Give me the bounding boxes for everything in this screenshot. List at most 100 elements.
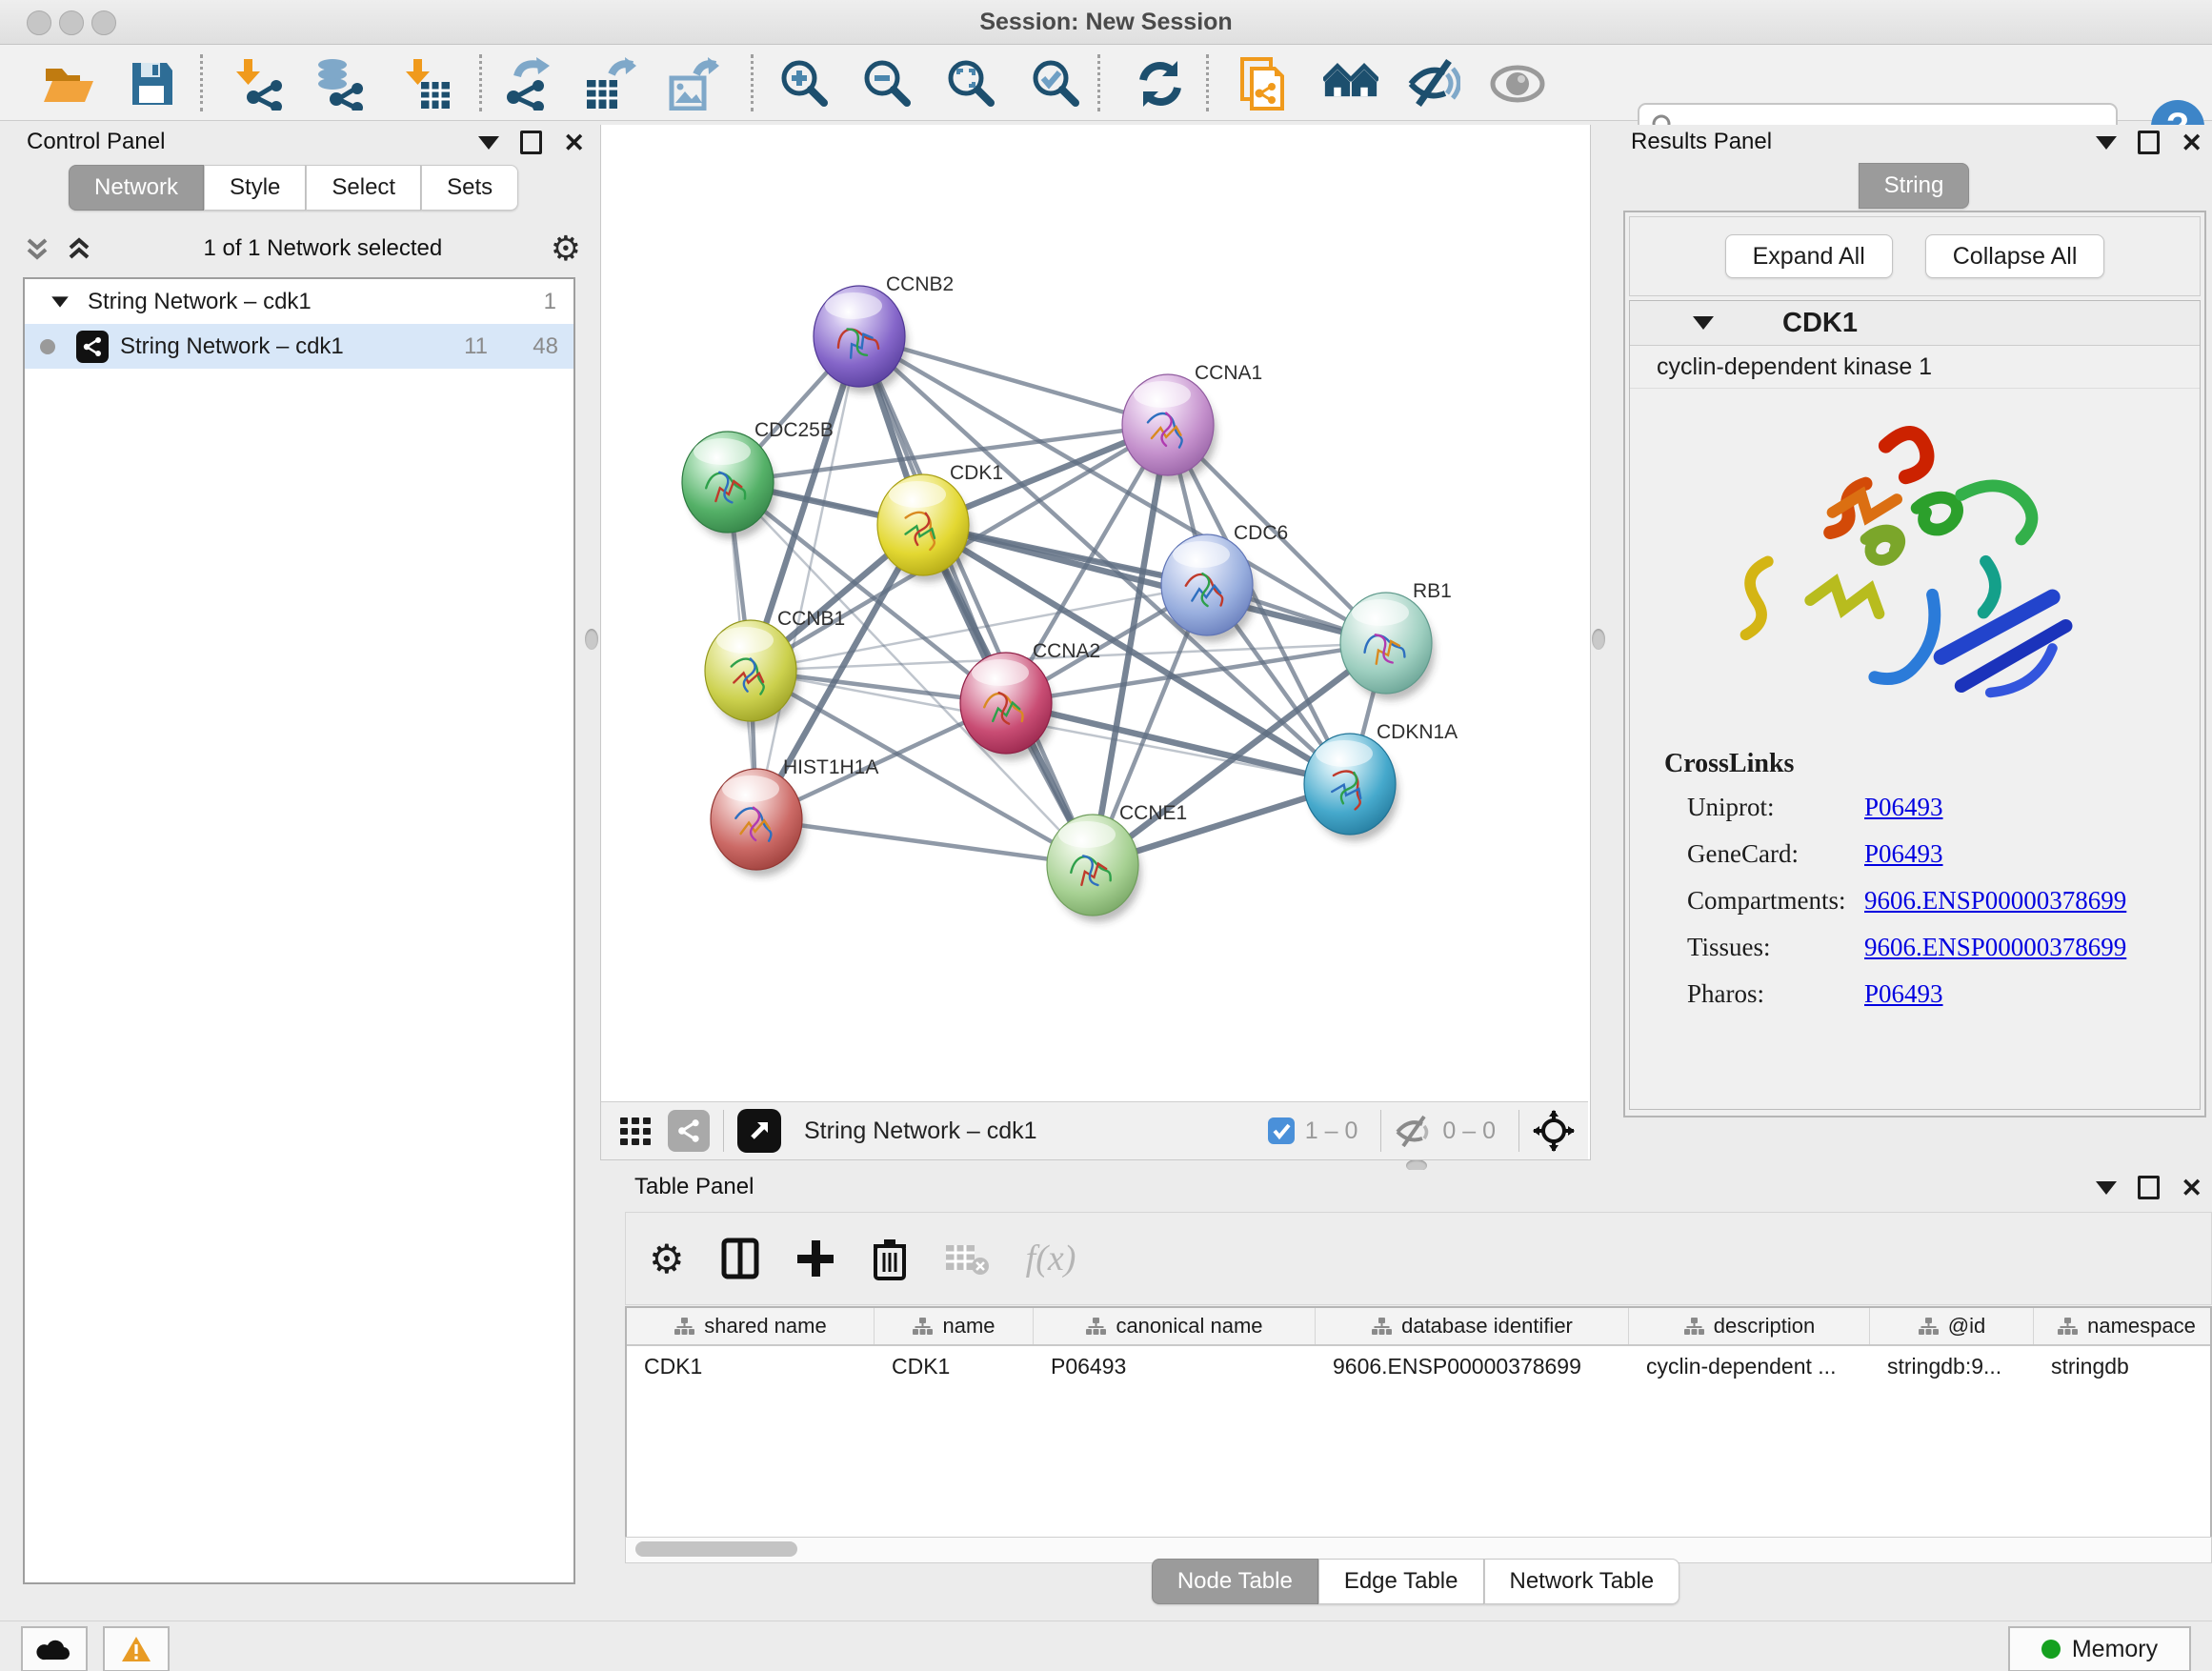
gear-icon[interactable]: ⚙ (551, 229, 581, 269)
column-header-name[interactable]: name (875, 1308, 1034, 1344)
table-cell[interactable]: 9606.ENSP00000378699 (1316, 1354, 1629, 1379)
expand-all-button[interactable]: Expand All (1725, 234, 1893, 278)
node-label-CCNB2: CCNB2 (886, 273, 954, 295)
table-cell[interactable]: cyclin-dependent ... (1629, 1354, 1870, 1379)
node-HIST1H1A[interactable]: HIST1H1A (711, 756, 878, 876)
column-header-database-identifier[interactable]: database identifier (1316, 1308, 1629, 1344)
table-cell[interactable]: stringdb:9... (1870, 1354, 2034, 1379)
crosslink-value-link[interactable]: P06493 (1864, 979, 1943, 1009)
edge-HIST1H1A-CCNE1[interactable] (756, 819, 1093, 865)
warning-button[interactable] (103, 1626, 170, 1671)
tab-sets[interactable]: Sets (421, 165, 518, 211)
table-cell[interactable]: stringdb (2034, 1354, 2212, 1379)
show-columns-icon[interactable] (721, 1238, 759, 1279)
right-splitter-handle[interactable] (1592, 629, 1605, 650)
control-panel-float-icon[interactable] (520, 131, 542, 154)
table-settings-gear-icon[interactable]: ⚙ (649, 1236, 685, 1282)
column-header-namespace[interactable]: namespace (2034, 1308, 2212, 1344)
network-collection-row[interactable]: String Network – cdk1 1 (25, 279, 573, 324)
save-icon[interactable] (124, 56, 179, 111)
table-panel-close-icon[interactable]: ✕ (2181, 1178, 2202, 1198)
network-list: String Network – cdk1 1 String Network –… (23, 277, 575, 1584)
expand-all-icon[interactable] (63, 232, 95, 265)
import-table-icon[interactable] (399, 56, 454, 111)
delete-column-icon[interactable] (872, 1237, 908, 1280)
zoom-out-icon[interactable] (858, 56, 914, 111)
table-cell[interactable]: CDK1 (875, 1354, 1034, 1379)
column-header--id[interactable]: @id (1870, 1308, 2034, 1344)
edge-CCNB2-HIST1H1A[interactable] (756, 336, 859, 819)
crosslink-label: Tissues: (1664, 933, 1864, 962)
collapse-all-button[interactable]: Collapse All (1925, 234, 2105, 278)
node-table[interactable]: shared namenamecanonical namedatabase id… (625, 1306, 2212, 1539)
table-cell[interactable]: P06493 (1034, 1354, 1316, 1379)
clone-network-icon[interactable] (1237, 56, 1293, 111)
crosslink-value-link[interactable]: 9606.ENSP00000378699 (1864, 933, 2126, 962)
tab-network[interactable]: Network (69, 165, 204, 211)
graphics-details-icon[interactable] (1490, 56, 1545, 111)
export-image-icon[interactable] (665, 56, 720, 111)
hide-selected-icon[interactable] (1406, 56, 1461, 111)
share-view-icon[interactable] (668, 1110, 710, 1152)
function-builder-icon[interactable]: f(x) (1026, 1238, 1076, 1279)
network-graph[interactable]: CCNB2CCNA1CDC25BCDK1CDC6RB1CCNB1CCNA2CDK… (601, 125, 1588, 1100)
node-RB1[interactable]: RB1 (1340, 580, 1452, 700)
birdseye-toggle-icon[interactable] (737, 1109, 781, 1153)
cdk1-collapse-icon[interactable] (1693, 316, 1714, 330)
memory-button[interactable]: Memory (2008, 1626, 2191, 1671)
network-row-selected[interactable]: String Network – cdk1 11 48 (25, 324, 573, 369)
control-panel-close-icon[interactable]: ✕ (563, 133, 585, 152)
add-column-icon[interactable] (795, 1238, 835, 1278)
zoom-selected-icon[interactable] (1027, 56, 1082, 111)
node-CCNB2[interactable]: CCNB2 (814, 273, 954, 393)
edge-CCNB2-CCNE1[interactable] (859, 336, 1093, 865)
crosslink-value-link[interactable]: 9606.ENSP00000378699 (1864, 886, 2126, 916)
collection-expand-icon[interactable] (51, 296, 69, 307)
export-network-icon[interactable] (499, 56, 554, 111)
table-panel-float-icon[interactable] (2138, 1176, 2160, 1199)
export-table-icon[interactable] (582, 56, 637, 111)
import-database-icon[interactable] (312, 56, 368, 111)
tab-style[interactable]: Style (204, 165, 306, 211)
results-panel-close-icon[interactable]: ✕ (2181, 133, 2202, 152)
column-header-description[interactable]: description (1629, 1308, 1870, 1344)
node-label-CDC6: CDC6 (1234, 522, 1288, 544)
tab-select[interactable]: Select (306, 165, 421, 211)
node-table-header-row: shared namenamecanonical namedatabase id… (627, 1308, 2210, 1346)
selected-checkbox-icon[interactable] (1267, 1117, 1296, 1145)
open-folder-icon[interactable] (40, 56, 95, 111)
column-header-shared-name[interactable]: shared name (627, 1308, 875, 1344)
results-panel-float-icon[interactable] (2138, 131, 2160, 154)
fit-content-icon[interactable] (1533, 1110, 1575, 1152)
node-label-RB1: RB1 (1413, 580, 1452, 602)
tab-node-table[interactable]: Node Table (1152, 1559, 1318, 1604)
table-cell[interactable]: CDK1 (627, 1354, 875, 1379)
first-neighbors-icon[interactable] (1323, 56, 1378, 111)
results-panel-menu-icon[interactable] (2096, 136, 2117, 150)
network-edges[interactable] (728, 336, 1386, 865)
table-panel-menu-icon[interactable] (2096, 1181, 2117, 1195)
cloud-button[interactable] (21, 1626, 88, 1671)
grid-view-icon[interactable] (616, 1112, 654, 1150)
tab-network-table[interactable]: Network Table (1484, 1559, 1680, 1604)
control-panel-menu-icon[interactable] (478, 136, 499, 150)
node-label-CCNA1: CCNA1 (1195, 362, 1262, 384)
network-canvas[interactable]: CCNB2CCNA1CDC25BCDK1CDC6RB1CCNB1CCNA2CDK… (601, 125, 1588, 1100)
tab-string[interactable]: String (1859, 163, 1970, 209)
zoom-fit-icon[interactable] (942, 56, 997, 111)
cdk1-section-header[interactable]: CDK1 (1630, 301, 2200, 346)
delete-table-icon[interactable] (944, 1239, 990, 1278)
left-splitter-handle[interactable] (585, 629, 598, 650)
column-header-canonical-name[interactable]: canonical name (1034, 1308, 1316, 1344)
scrollbar-thumb[interactable] (635, 1541, 797, 1557)
node-CCNA1[interactable]: CCNA1 (1122, 362, 1262, 482)
crosslink-value-link[interactable]: P06493 (1864, 839, 1943, 869)
import-network-icon[interactable] (231, 56, 287, 111)
table-row[interactable]: CDK1CDK1P064939606.ENSP00000378699cyclin… (627, 1346, 2210, 1386)
tab-edge-table[interactable]: Edge Table (1318, 1559, 1484, 1604)
collapse-all-icon[interactable] (21, 232, 53, 265)
crosslink-value-link[interactable]: P06493 (1864, 793, 1943, 822)
zoom-in-icon[interactable] (775, 56, 831, 111)
hidden-eye-icon[interactable] (1395, 1115, 1433, 1147)
refresh-icon[interactable] (1133, 56, 1188, 111)
